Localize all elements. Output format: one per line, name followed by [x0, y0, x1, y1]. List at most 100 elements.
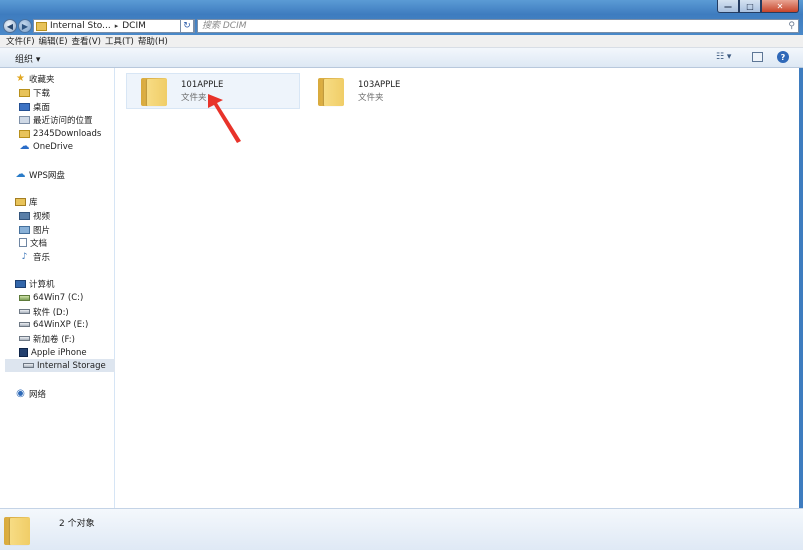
breadcrumb-separator[interactable]: ▸ — [115, 22, 119, 30]
menu-bar: 文件(F) 编辑(E) 查看(V) 工具(T) 帮助(H) — [0, 35, 803, 48]
search-icon[interactable]: ⚲ — [788, 20, 795, 32]
refresh-button[interactable]: ↻ — [180, 19, 194, 33]
minimize-button[interactable]: — — [717, 0, 739, 13]
file-name: 103APPLE — [358, 79, 401, 90]
download-folder-icon — [19, 88, 30, 97]
folder-icon — [36, 21, 47, 31]
drive-icon — [19, 322, 30, 327]
nav-pictures-label: 图片 — [33, 225, 51, 236]
folder-icon — [318, 76, 344, 106]
preview-pane-button[interactable] — [752, 52, 763, 62]
star-icon: ★ — [16, 73, 25, 84]
pictures-library-icon — [19, 225, 30, 234]
nav-2345downloads[interactable]: 2345Downloads — [19, 127, 101, 140]
address-bar[interactable]: Internal Sto... ▸ DCIM ▾ — [33, 19, 195, 33]
nav-downloads-label: 下载 — [33, 88, 51, 99]
nav-buttons: ◀ ▶ — [3, 19, 32, 33]
nav-drive-c-label: 64Win7 (C:) — [33, 292, 84, 303]
nav-favorites-label: 收藏夹 — [29, 74, 55, 85]
folder-103apple[interactable]: 103APPLE 文件夹 — [304, 73, 478, 109]
nav-drive-d[interactable]: 软件 (D:) — [19, 305, 69, 318]
nav-wps-drive[interactable]: ☁ WPS网盘 — [15, 168, 65, 181]
drive-icon — [19, 336, 30, 341]
documents-library-icon — [19, 238, 27, 247]
organize-button[interactable]: 组织 ▾ — [15, 52, 40, 65]
nav-apple-iphone[interactable]: Apple iPhone — [19, 346, 87, 359]
nav-wps-label: WPS网盘 — [29, 170, 65, 181]
nav-favorites[interactable]: ★ 收藏夹 — [15, 72, 55, 85]
refresh-icon: ↻ — [183, 21, 191, 31]
window-controls: — □ ✕ — [717, 0, 799, 13]
file-name: 101APPLE — [181, 79, 224, 90]
nav-drive-f[interactable]: 新加卷 (F:) — [19, 332, 75, 345]
library-icon — [15, 197, 26, 206]
menu-view[interactable]: 查看(V) — [72, 35, 101, 47]
arrow-right-icon: ▶ — [21, 21, 29, 31]
navigation-pane: ★ 收藏夹 下载 桌面 最近访问的位置 2345Downloads ☁ OneD… — [0, 68, 115, 508]
menu-edit[interactable]: 编辑(E) — [39, 35, 68, 47]
nav-videos[interactable]: 视频 — [19, 209, 50, 222]
nav-drive-e-label: 64WinXP (E:) — [33, 319, 89, 330]
search-input[interactable]: 搜索 DCIM ⚲ — [197, 19, 799, 33]
video-library-icon — [19, 211, 30, 220]
nav-computer-label: 计算机 — [29, 279, 55, 290]
forward-button[interactable]: ▶ — [18, 19, 32, 33]
title-bar: — □ ✕ ◀ ▶ Internal Sto... ▸ DCIM ▾ ↻ 搜索 … — [0, 0, 803, 36]
folder-icon — [19, 129, 30, 138]
nav-pictures[interactable]: 图片 — [19, 223, 50, 236]
nav-drive-d-label: 软件 (D:) — [33, 307, 69, 318]
nav-music[interactable]: ♪ 音乐 — [19, 250, 50, 263]
maximize-button[interactable]: □ — [739, 0, 761, 13]
help-button[interactable]: ? — [777, 51, 789, 63]
recent-places-icon — [19, 115, 30, 124]
cloud-outline-icon: ☁ — [15, 169, 26, 180]
nav-documents-label: 文档 — [30, 238, 48, 249]
nav-computer[interactable]: 计算机 — [15, 277, 55, 290]
menu-help[interactable]: 帮助(H) — [138, 35, 168, 47]
file-type: 文件夹 — [358, 92, 384, 103]
system-drive-icon — [19, 294, 30, 301]
folder-icon — [4, 515, 30, 545]
nav-network[interactable]: ◉ 网络 — [15, 387, 46, 400]
command-toolbar: 组织 ▾ ☷ ▾ ? — [0, 48, 803, 68]
nav-drive-e[interactable]: 64WinXP (E:) — [19, 318, 88, 331]
nav-recent-label: 最近访问的位置 — [33, 115, 93, 126]
nav-drive-c[interactable]: 64Win7 (C:) — [19, 291, 83, 304]
computer-icon — [15, 279, 26, 288]
nav-internal-storage[interactable]: Internal Storage — [5, 359, 115, 372]
iphone-device-icon — [19, 348, 28, 357]
change-view-button[interactable]: ☷ ▾ — [716, 52, 731, 62]
nav-desktop-label: 桌面 — [33, 102, 51, 113]
nav-internal-storage-label: Internal Storage — [37, 360, 106, 371]
storage-drive-icon — [23, 363, 34, 368]
breadcrumb-dcim[interactable]: DCIM — [122, 21, 146, 31]
annotation-arrow-icon — [208, 94, 241, 143]
nav-2345-label: 2345Downloads — [33, 128, 102, 139]
nav-libraries[interactable]: 库 — [15, 195, 38, 208]
menu-tools[interactable]: 工具(T) — [105, 35, 134, 47]
drive-icon — [19, 309, 30, 314]
nav-music-label: 音乐 — [33, 252, 51, 263]
nav-videos-label: 视频 — [33, 211, 51, 222]
nav-documents[interactable]: 文档 — [19, 236, 47, 249]
nav-downloads[interactable]: 下载 — [19, 86, 50, 99]
onedrive-cloud-icon: ☁ — [19, 141, 30, 152]
nav-drive-f-label: 新加卷 (F:) — [33, 334, 75, 345]
item-count: 2 个对象 — [59, 519, 95, 529]
window-frame-edge — [799, 68, 803, 508]
menu-file[interactable]: 文件(F) — [6, 35, 35, 47]
nav-network-label: 网络 — [29, 389, 47, 400]
nav-onedrive[interactable]: ☁ OneDrive — [19, 140, 73, 153]
nav-desktop[interactable]: 桌面 — [19, 100, 50, 113]
details-pane: 2 个对象 — [0, 508, 803, 550]
nav-iphone-label: Apple iPhone — [31, 347, 87, 358]
nav-libraries-label: 库 — [29, 197, 38, 208]
arrow-left-icon: ◀ — [6, 21, 14, 31]
close-button[interactable]: ✕ — [761, 0, 799, 13]
music-note-icon: ♪ — [21, 251, 28, 262]
back-button[interactable]: ◀ — [3, 19, 17, 33]
nav-recent-places[interactable]: 最近访问的位置 — [19, 113, 93, 126]
breadcrumb-internal-storage[interactable]: Internal Sto... — [50, 21, 111, 31]
folder-icon — [141, 76, 167, 106]
nav-onedrive-label: OneDrive — [33, 141, 73, 152]
